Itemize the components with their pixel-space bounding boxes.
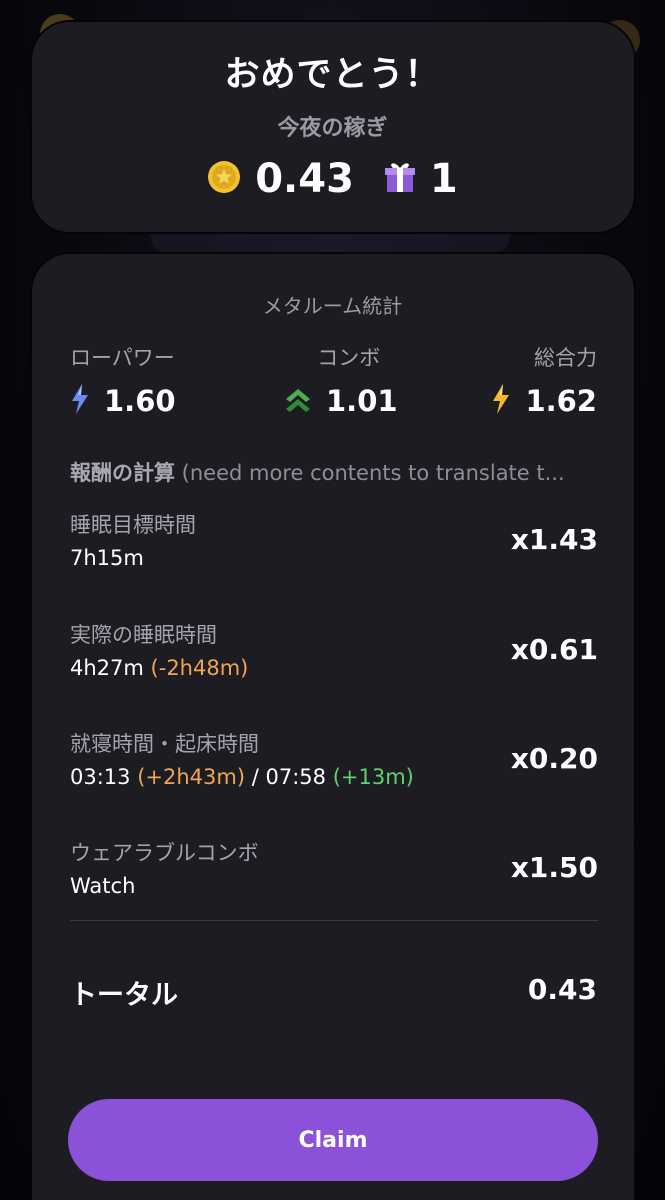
calc-row-wearable-combo: ウェアラブルコンボ Watch x1.50: [70, 837, 598, 898]
calc-row-multiplier: x0.20: [510, 742, 598, 775]
stat-total-power: 総合力 1.62: [491, 342, 597, 418]
stat-combo: コンボ 1.01: [284, 342, 398, 418]
calc-row-sleep-goal: 睡眠目標時間 7h15m x1.43: [70, 509, 598, 570]
calc-row-sub-value: 03:13: [70, 765, 131, 789]
gift-reward: 1: [384, 156, 458, 202]
reward-calc-title: 報酬の計算 (need more contents to translate t…: [70, 457, 598, 487]
double-chevron-up-icon: [284, 386, 312, 416]
divider: [70, 920, 598, 921]
lightning-yellow-icon: [491, 384, 511, 418]
stat-value: 1.62: [525, 384, 597, 418]
stat-low-power: ローパワー 1.60: [70, 342, 176, 418]
coin-reward: 0.43: [207, 156, 354, 202]
calc-row-bed-wake-time: 就寝時間・起床時間 03:13 (+2h43m) / 07:58 (+13m) …: [70, 728, 598, 789]
calc-row-sub-value: 4h27m: [70, 656, 144, 680]
stat-label: 総合力: [534, 346, 597, 370]
stat-value: 1.60: [104, 384, 176, 418]
rewards-row: 0.43 1: [0, 156, 665, 202]
calc-row-sub-second: / 07:58: [251, 765, 327, 789]
coin-icon: [207, 160, 241, 198]
stat-label: ローパワー: [70, 346, 175, 370]
calc-row-multiplier: x1.43: [510, 523, 598, 556]
stats-section-title: メタルーム統計: [262, 294, 403, 318]
calc-row-multiplier: x0.61: [510, 633, 598, 666]
calc-row-multiplier: x1.50: [510, 851, 598, 884]
earnings-subtitle: 今夜の稼ぎ: [277, 116, 388, 141]
calc-row-diff-second: (+13m): [332, 765, 414, 789]
lightning-blue-icon: [70, 384, 90, 418]
total-label: トータル: [70, 980, 178, 1011]
page: おめでとう！ 今夜の稼ぎ 0.43 1 メタルーム統計 ローパワー 1.60 コ…: [0, 0, 665, 1200]
gift-icon: [384, 160, 416, 198]
calc-row-diff: (+2h43m): [137, 765, 246, 789]
gift-value: 1: [429, 156, 458, 202]
congrats-title: おめでとう！: [224, 55, 441, 95]
claim-button[interactable]: Claim: [68, 1099, 598, 1181]
reward-calc-title-rest: (need more contents to translate t...: [175, 461, 565, 485]
stat-value: 1.01: [326, 384, 398, 418]
stat-label: コンボ: [317, 346, 381, 370]
reward-calc-title-bold: 報酬の計算: [70, 461, 175, 485]
calc-row-diff: (-2h48m): [150, 656, 249, 680]
coin-value: 0.43: [255, 156, 354, 202]
total-value: 0.43: [527, 973, 597, 1006]
calc-row-actual-sleep: 実際の睡眠時間 4h27m (-2h48m) x0.61: [70, 619, 598, 680]
